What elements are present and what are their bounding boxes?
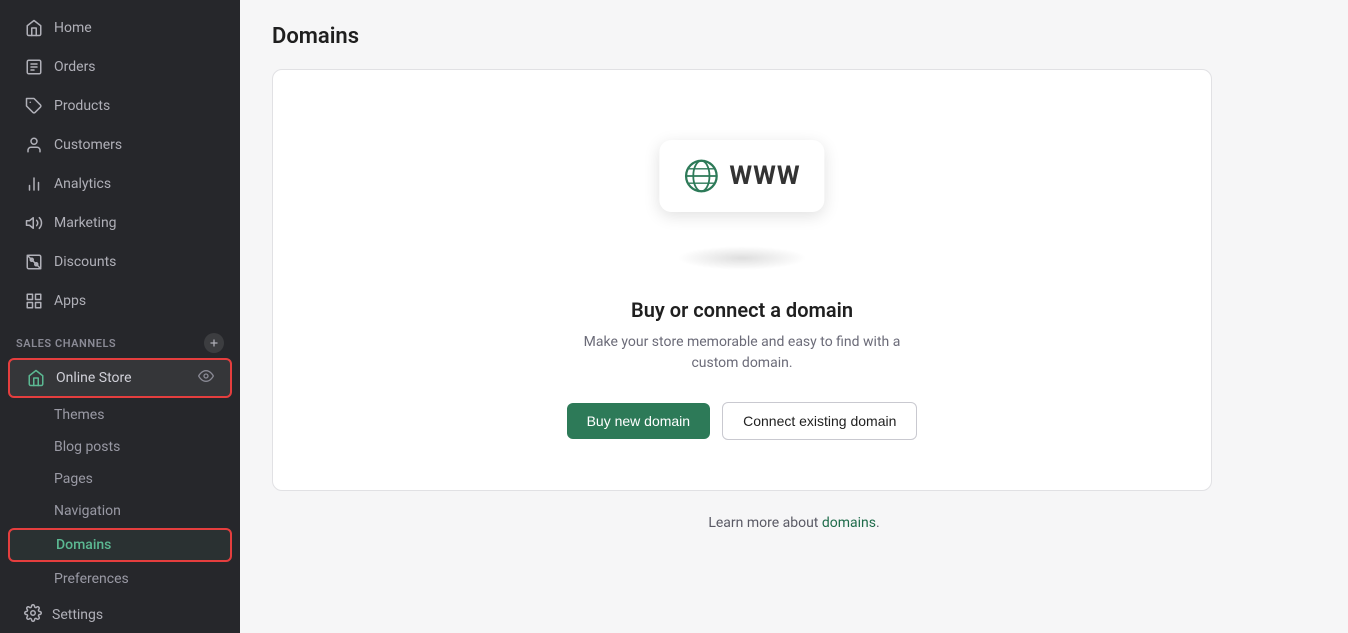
connect-existing-domain-button[interactable]: Connect existing domain <box>722 402 917 440</box>
sidebar-item-settings[interactable]: Settings <box>8 595 232 633</box>
sidebar-item-customers-label: Customers <box>54 137 122 153</box>
domains-label: Domains <box>56 537 111 553</box>
sidebar-item-home-label: Home <box>54 20 92 36</box>
analytics-icon <box>24 174 44 194</box>
sidebar-item-analytics-label: Analytics <box>54 176 111 192</box>
www-box: WWW <box>659 140 824 212</box>
preferences-label: Preferences <box>54 571 129 587</box>
sidebar-item-apps[interactable]: Apps <box>8 282 232 320</box>
themes-label: Themes <box>54 407 104 423</box>
sidebar-item-apps-label: Apps <box>54 293 86 309</box>
home-icon <box>24 18 44 38</box>
sidebar-subitem-navigation[interactable]: Navigation <box>8 496 232 526</box>
preview-icon[interactable] <box>198 368 214 388</box>
sales-channels-label: SALES CHANNELS <box>16 337 116 350</box>
main-content: Domains WWW Buy or connect a domain Make… <box>240 0 1348 633</box>
settings-label: Settings <box>52 607 103 623</box>
sidebar-item-analytics[interactable]: Analytics <box>8 165 232 203</box>
sales-channels-section: SALES CHANNELS <box>0 321 240 357</box>
sidebar-item-online-store[interactable]: Online Store <box>8 358 232 398</box>
sidebar-item-home[interactable]: Home <box>8 9 232 47</box>
discounts-icon <box>24 252 44 272</box>
customers-icon <box>24 135 44 155</box>
settings-icon <box>24 604 42 626</box>
apps-icon <box>24 291 44 311</box>
card-title: Buy or connect a domain <box>631 298 853 322</box>
domain-card: WWW Buy or connect a domain Make your st… <box>272 69 1212 491</box>
sidebar: Home Orders Products <box>0 0 240 633</box>
pages-label: Pages <box>54 471 93 487</box>
online-store-label: Online Store <box>56 370 132 386</box>
sidebar-item-discounts[interactable]: Discounts <box>8 243 232 281</box>
sidebar-item-discounts-label: Discounts <box>54 254 116 270</box>
sidebar-item-marketing-label: Marketing <box>54 215 117 231</box>
sidebar-item-orders-label: Orders <box>54 59 96 75</box>
sidebar-item-orders[interactable]: Orders <box>8 48 232 86</box>
sidebar-subitem-themes[interactable]: Themes <box>8 400 232 430</box>
sidebar-subitem-preferences[interactable]: Preferences <box>8 564 232 594</box>
navigation-label: Navigation <box>54 503 121 519</box>
online-store-icon <box>26 368 46 388</box>
sidebar-item-products-label: Products <box>54 98 110 114</box>
products-icon <box>24 96 44 116</box>
www-text: WWW <box>729 161 800 191</box>
sidebar-subitem-domains[interactable]: Domains <box>8 528 232 562</box>
card-buttons: Buy new domain Connect existing domain <box>567 402 918 440</box>
buy-new-domain-button[interactable]: Buy new domain <box>567 403 711 439</box>
card-subtitle: Make your store memorable and easy to fi… <box>582 332 902 374</box>
sidebar-item-marketing[interactable]: Marketing <box>8 204 232 242</box>
orders-icon <box>24 57 44 77</box>
domain-illustration: WWW <box>662 130 822 270</box>
sidebar-item-products[interactable]: Products <box>8 87 232 125</box>
sidebar-subitem-blog-posts[interactable]: Blog posts <box>8 432 232 462</box>
blog-posts-label: Blog posts <box>54 439 120 455</box>
learn-more-text: Learn more about domains. <box>272 515 1316 531</box>
sidebar-subitem-pages[interactable]: Pages <box>8 464 232 494</box>
learn-more-link[interactable]: domains <box>822 515 876 531</box>
marketing-icon <box>24 213 44 233</box>
globe-icon <box>683 158 719 194</box>
page-title: Domains <box>272 24 1316 49</box>
add-sales-channel-button[interactable] <box>204 333 224 353</box>
sidebar-item-customers[interactable]: Customers <box>8 126 232 164</box>
